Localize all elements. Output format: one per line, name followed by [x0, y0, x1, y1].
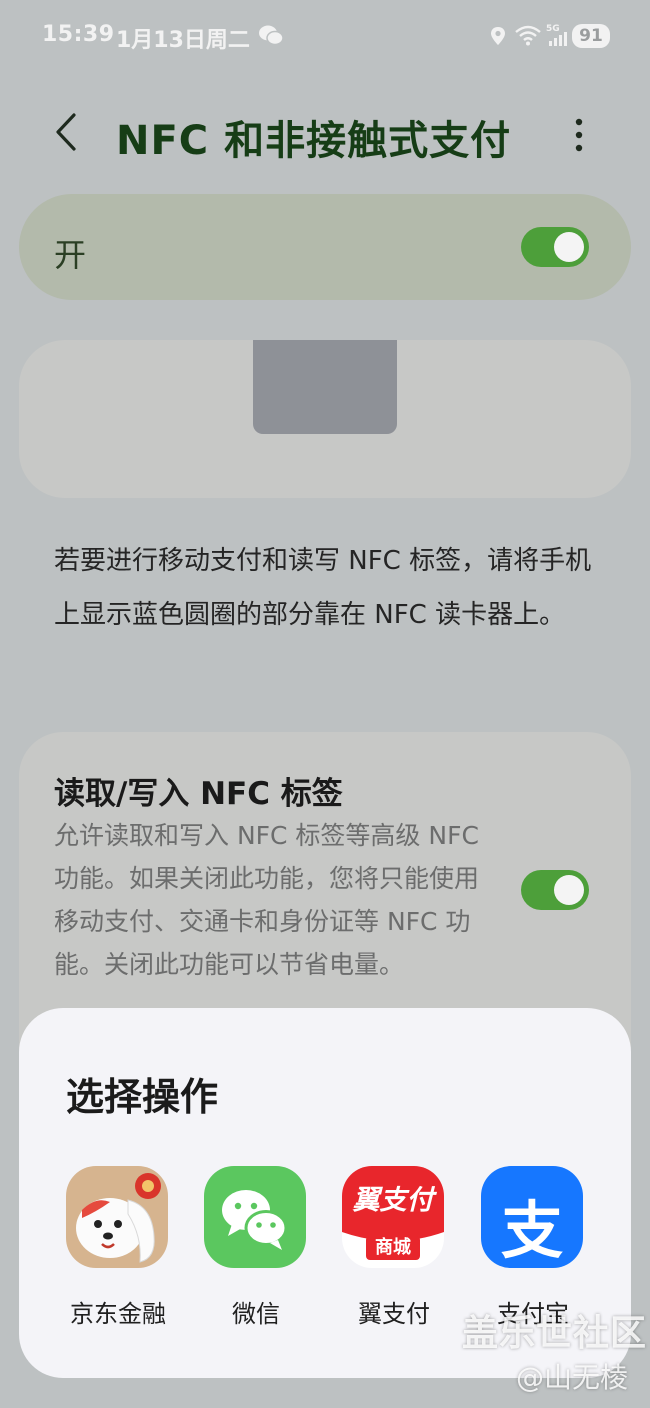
- bestpay-icon: 翼支付 商城: [342, 1166, 444, 1268]
- status-date: 1月13日周二: [116, 28, 250, 53]
- toggle-knob: [554, 232, 584, 262]
- nfc-tag-option-title: 读取/写入 NFC 标签: [54, 776, 343, 812]
- jd-finance-icon: [66, 1166, 168, 1268]
- nfc-description: 若要进行移动支付和读写 NFC 标签，请将手机上显示蓝色圆圈的部分靠在 NFC …: [54, 546, 592, 630]
- sheet-title: 选择操作: [66, 1075, 219, 1119]
- watermark-community: 盖乐世社区: [462, 1313, 648, 1354]
- app-label: 京东金融: [70, 1300, 166, 1328]
- status-bar: 15:39 1月13日周二 5G 91: [0, 0, 650, 72]
- back-button[interactable]: [52, 112, 80, 156]
- wechat-icon: [204, 1166, 306, 1268]
- nfc-tag-toggle[interactable]: [521, 870, 589, 910]
- 5g-signal-icon: 5G: [546, 22, 570, 52]
- nfc-tag-option-description: 允许读取和写入 NFC 标签等高级 NFC 功能。如果关闭此功能，您将只能使用移…: [54, 821, 480, 979]
- app-alipay[interactable]: 支 支付宝: [481, 1166, 585, 1328]
- app-bestpay[interactable]: 翼支付 商城 翼支付: [342, 1166, 446, 1328]
- location-icon: [490, 26, 506, 50]
- battery-icon: 91: [572, 24, 610, 48]
- page-title: NFC 和非接触式支付: [116, 118, 512, 164]
- app-label: 微信: [232, 1300, 280, 1328]
- toggle-knob: [554, 875, 584, 905]
- more-options-button[interactable]: [566, 116, 592, 160]
- alipay-icon-glyph: 支: [500, 1194, 563, 1267]
- bestpay-icon-text-top: 翼支付: [352, 1185, 434, 1216]
- wifi-6-icon: [514, 24, 542, 50]
- alipay-icon: 支: [481, 1166, 583, 1268]
- wechat-icon: [258, 24, 284, 50]
- bestpay-icon-text-bottom: 商城: [366, 1236, 420, 1260]
- nfc-master-toggle[interactable]: [521, 227, 589, 267]
- app-jd-finance[interactable]: 京东金融: [66, 1166, 170, 1328]
- app-label: 翼支付: [358, 1300, 430, 1328]
- app-wechat[interactable]: 微信: [204, 1166, 308, 1328]
- status-time: 15:39: [42, 22, 115, 47]
- phone-illustration: [253, 340, 397, 434]
- watermark-author: @山无棱: [516, 1361, 629, 1394]
- nfc-switch-label: 开: [54, 236, 87, 274]
- more-vertical-icon: [575, 118, 583, 152]
- chevron-left-icon: [56, 113, 76, 151]
- svg-text:5G: 5G: [546, 24, 560, 34]
